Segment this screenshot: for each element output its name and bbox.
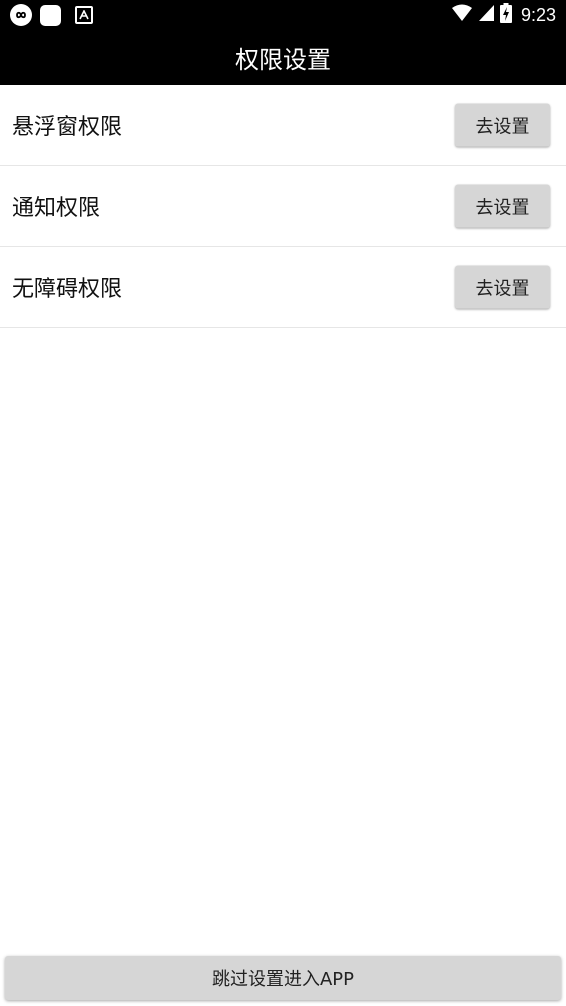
a-letter-app-icon	[75, 6, 93, 24]
permission-settings-screen: 9:23 权限设置 悬浮窗权限 去设置 通知权限 去设置 无障碍权限 去设置 跳…	[0, 0, 566, 1006]
cell-signal-icon	[478, 4, 495, 26]
infinity-app-icon	[10, 4, 32, 26]
permission-row-overlay: 悬浮窗权限 去设置	[0, 85, 566, 166]
permission-row-accessibility: 无障碍权限 去设置	[0, 247, 566, 328]
app-toolbar: 权限设置	[0, 30, 566, 85]
overlay-settings-button[interactable]: 去设置	[455, 103, 550, 147]
white-square-app-icon	[40, 4, 61, 26]
wifi-icon	[451, 4, 473, 26]
status-notification-icons	[10, 4, 93, 26]
page-title: 权限设置	[235, 46, 331, 74]
permission-list: 悬浮窗权限 去设置 通知权限 去设置 无障碍权限 去设置	[0, 85, 566, 328]
status-bar: 9:23	[0, 0, 566, 30]
notification-settings-button[interactable]: 去设置	[455, 184, 550, 228]
status-time: 9:23	[520, 4, 556, 25]
status-system-icons: 9:23	[451, 3, 556, 27]
permission-row-notification: 通知权限 去设置	[0, 166, 566, 247]
accessibility-settings-button[interactable]: 去设置	[455, 265, 550, 309]
permission-label: 无障碍权限	[12, 277, 123, 302]
battery-charging-icon	[499, 3, 512, 27]
permission-label: 通知权限	[12, 196, 101, 221]
permission-label: 悬浮窗权限	[12, 115, 123, 140]
skip-settings-button[interactable]: 跳过设置进入APP	[5, 956, 561, 1000]
